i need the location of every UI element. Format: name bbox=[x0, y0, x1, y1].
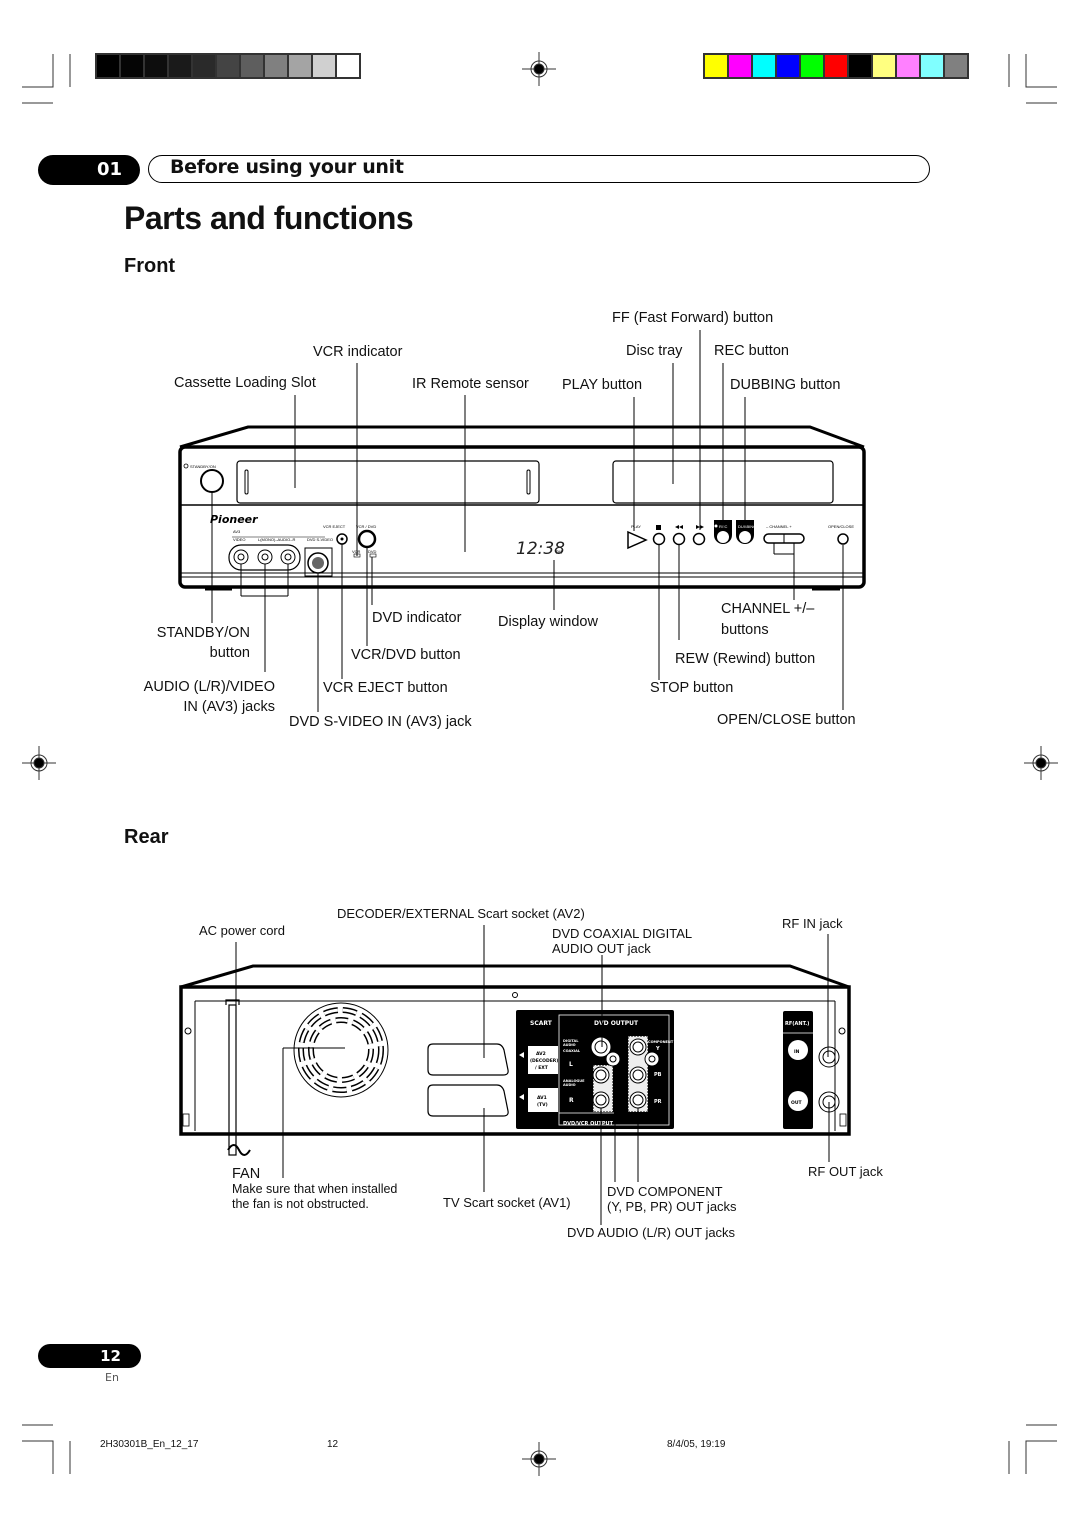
rear-label-av1: AV1 bbox=[537, 1095, 547, 1101]
rear-label-rf-ant: RF(ANT.) bbox=[785, 1021, 809, 1027]
callout-fan-note-2: the fan is not obstructed. bbox=[232, 1197, 369, 1211]
rear-label-av2: AV2 bbox=[536, 1051, 546, 1057]
rear-label-pb: PB bbox=[654, 1072, 662, 1078]
rear-label-y: Y bbox=[655, 1046, 660, 1052]
footer-timestamp: 8/4/05, 19:19 bbox=[667, 1439, 726, 1450]
rear-label-ext: / EXT bbox=[535, 1065, 549, 1071]
callout-decoder-scart: DECODER/EXTERNAL Scart socket (AV2) bbox=[337, 906, 585, 921]
language-label: En bbox=[105, 1371, 119, 1384]
page-number-badge: 12 bbox=[38, 1344, 141, 1368]
footer-doc-code: 2H30301B_En_12_17 bbox=[100, 1439, 199, 1450]
callout-fan-title: FAN bbox=[232, 1166, 261, 1182]
rear-label-out: OUT bbox=[791, 1100, 802, 1106]
rear-label-l: L bbox=[569, 1061, 573, 1068]
callout-audio-out: DVD AUDIO (L/R) OUT jacks bbox=[567, 1225, 736, 1240]
rear-label-in: IN bbox=[794, 1049, 800, 1055]
rear-label-component: COMPONENT bbox=[648, 1040, 674, 1044]
callout-rf-out: RF OUT jack bbox=[808, 1164, 883, 1179]
callout-component-line2: (Y, PB, PR) OUT jacks bbox=[607, 1199, 737, 1214]
callout-coax-line1: DVD COAXIAL DIGITAL bbox=[552, 926, 693, 941]
callout-ac-cord: AC power cord bbox=[199, 923, 285, 938]
callout-fan-note-1: Make sure that when installed bbox=[232, 1182, 398, 1196]
rear-label-coaxial: COAXIAL bbox=[563, 1049, 581, 1053]
callout-rf-in: RF IN jack bbox=[782, 916, 843, 931]
rear-label-scart: SCART bbox=[530, 1020, 553, 1027]
callout-tv-scart: TV Scart socket (AV1) bbox=[443, 1195, 571, 1210]
callout-coax-line2: AUDIO OUT jack bbox=[552, 941, 651, 956]
rear-label-analogue-audio: AUDIO bbox=[563, 1083, 576, 1087]
rear-panel-diagram: SCART DVD OUTPUT DVD/VCR OUTPUT RF(ANT.)… bbox=[179, 925, 851, 1225]
callout-component-line1: DVD COMPONENT bbox=[607, 1184, 723, 1199]
rear-label-audio: AUDIO bbox=[563, 1043, 576, 1047]
rear-label-tv: (TV) bbox=[537, 1102, 548, 1108]
rear-label-pr: PR bbox=[654, 1099, 662, 1105]
rear-label-dvd-vcr-output: DVD/VCR OUTPUT bbox=[563, 1121, 614, 1127]
footer-page: 12 bbox=[327, 1439, 339, 1450]
rear-label-dvd-output: DVD OUTPUT bbox=[594, 1020, 639, 1027]
rear-label-decoder: (DECODER) bbox=[530, 1058, 558, 1064]
rear-label-r: R bbox=[569, 1097, 574, 1104]
